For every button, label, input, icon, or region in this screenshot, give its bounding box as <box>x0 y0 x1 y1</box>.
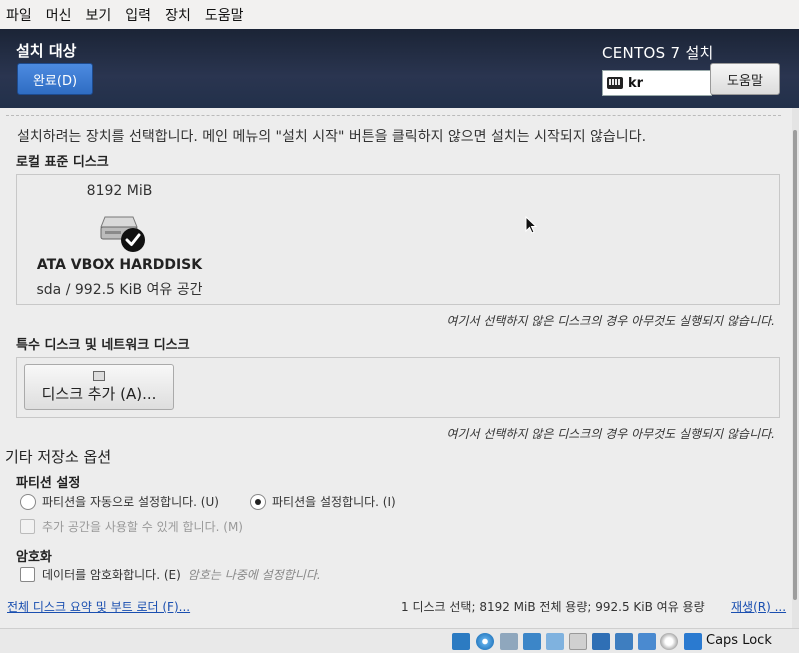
encrypt-option[interactable]: 데이터를 암호화합니다. (E) 암호는 나중에 설정합니다. <box>20 566 321 583</box>
refresh-link[interactable]: 재생(R) ... <box>731 598 786 615</box>
page-title: 설치 대상 <box>16 42 77 60</box>
cpu-icon[interactable] <box>638 633 656 650</box>
extra-space-label: 추가 공간을 사용할 수 있게 합니다. (M) <box>42 520 243 534</box>
menu-machine[interactable]: 머신 <box>46 5 72 25</box>
installer-header: 설치 대상 완료(D) CENTOS 7 설치 kr 도움말 <box>0 29 799 108</box>
display-icon[interactable] <box>569 633 587 650</box>
extra-space-checkbox <box>20 519 35 534</box>
add-disk-button[interactable]: 디스크 추가 (A)... <box>24 364 174 410</box>
menu-help[interactable]: 도움말 <box>205 5 244 25</box>
manual-partition-radio[interactable] <box>250 493 266 510</box>
disk-free-text: 992.5 KiB 여유 공간 <box>74 282 203 298</box>
local-disks-panel: 8192 MiB ATA VBOX HARDDISK sda / 992.5 K… <box>16 174 780 305</box>
menu-view[interactable]: 보기 <box>86 5 112 25</box>
keyboard-layout-label: kr <box>628 75 644 91</box>
encrypt-label: 데이터를 암호화합니다. (E) <box>42 568 181 582</box>
main-content: 설치하려는 장치를 선택합니다. 메인 메뉴의 "설치 시작" 버튼을 클릭하지… <box>0 108 799 628</box>
disk-item-sda[interactable]: 8192 MiB ATA VBOX HARDDISK sda / 992.5 K… <box>17 175 222 306</box>
special-disks-note: 여기서 선택하지 않은 디스크의 경우 아무것도 실행되지 않습니다. <box>446 427 775 441</box>
keyboard-layout-indicator[interactable]: kr <box>602 70 712 96</box>
encrypt-hint: 암호는 나중에 설정합니다. <box>187 568 321 582</box>
caps-lock-indicator: Caps Lock <box>706 633 772 648</box>
encrypt-checkbox[interactable] <box>20 567 35 582</box>
divider <box>6 115 781 116</box>
keyboard-icon <box>607 77 623 89</box>
add-disk-label: 디스크 추가 (A)... <box>41 385 157 403</box>
harddisk-icon <box>100 216 145 252</box>
scrollbar-thumb[interactable] <box>793 130 797 600</box>
local-disks-label: 로컬 표준 디스크 <box>16 155 109 170</box>
disk-name: ATA VBOX HARDDISK <box>36 257 203 273</box>
network-icon[interactable] <box>500 633 518 650</box>
selection-status: 1 디스크 선택; 8192 MiB 전체 용량; 992.5 KiB 여유 용… <box>401 600 705 614</box>
video-capture-icon[interactable] <box>615 633 633 650</box>
encryption-label: 암호화 <box>16 550 52 565</box>
disk-device: sda <box>36 282 62 298</box>
done-button[interactable]: 완료(D) <box>17 63 93 95</box>
disk-separator: / <box>65 282 71 298</box>
help-button[interactable]: 도움말 <box>710 63 780 95</box>
mouse-cursor-icon <box>525 216 537 234</box>
manual-partition-option[interactable]: 파티션을 설정합니다. (I) <box>250 493 396 510</box>
menu-input[interactable]: 입력 <box>125 5 151 25</box>
disk-size: 8192 MiB <box>86 183 153 199</box>
special-disks-panel: 디스크 추가 (A)... <box>16 357 780 418</box>
add-disk-icon <box>93 371 105 381</box>
optical-disc-icon[interactable] <box>476 633 494 650</box>
local-disks-note: 여기서 선택하지 않은 디스크의 경우 아무것도 실행되지 않습니다. <box>446 314 775 328</box>
special-disks-label: 특수 디스크 및 네트워크 디스크 <box>16 338 190 353</box>
vm-statusbar: Caps Lock <box>0 628 799 653</box>
disk-summary-link[interactable]: 전체 디스크 요약 및 부트 로더 (F)... <box>7 598 190 615</box>
partitioning-label: 파티션 설정 <box>16 476 81 491</box>
product-title: CENTOS 7 설치 <box>602 44 714 62</box>
mouse-integration-icon[interactable] <box>660 633 678 650</box>
screen-icon[interactable] <box>592 633 610 650</box>
host-key-icon[interactable] <box>684 633 702 650</box>
auto-partition-label: 파티션을 자동으로 설정합니다. (U) <box>42 495 219 509</box>
usb-icon[interactable] <box>546 633 564 650</box>
other-options-label: 기타 저장소 옵션 <box>5 448 112 466</box>
auto-partition-radio[interactable] <box>20 493 36 510</box>
manual-partition-label: 파티션을 설정합니다. (I) <box>272 495 396 509</box>
instruction-text: 설치하려는 장치를 선택합니다. 메인 메뉴의 "설치 시작" 버튼을 클릭하지… <box>17 129 647 145</box>
audio-icon[interactable] <box>452 633 470 650</box>
extra-space-option: 추가 공간을 사용할 수 있게 합니다. (M) <box>20 518 243 535</box>
auto-partition-option[interactable]: 파티션을 자동으로 설정합니다. (U) <box>20 493 219 510</box>
vm-menubar: 파일 머신 보기 입력 장치 도움말 <box>0 0 799 29</box>
menu-file[interactable]: 파일 <box>6 5 32 25</box>
shared-folders-icon[interactable] <box>523 633 541 650</box>
disk-free-space: sda / 992.5 KiB 여유 공간 <box>17 279 222 299</box>
menu-devices[interactable]: 장치 <box>165 5 191 25</box>
